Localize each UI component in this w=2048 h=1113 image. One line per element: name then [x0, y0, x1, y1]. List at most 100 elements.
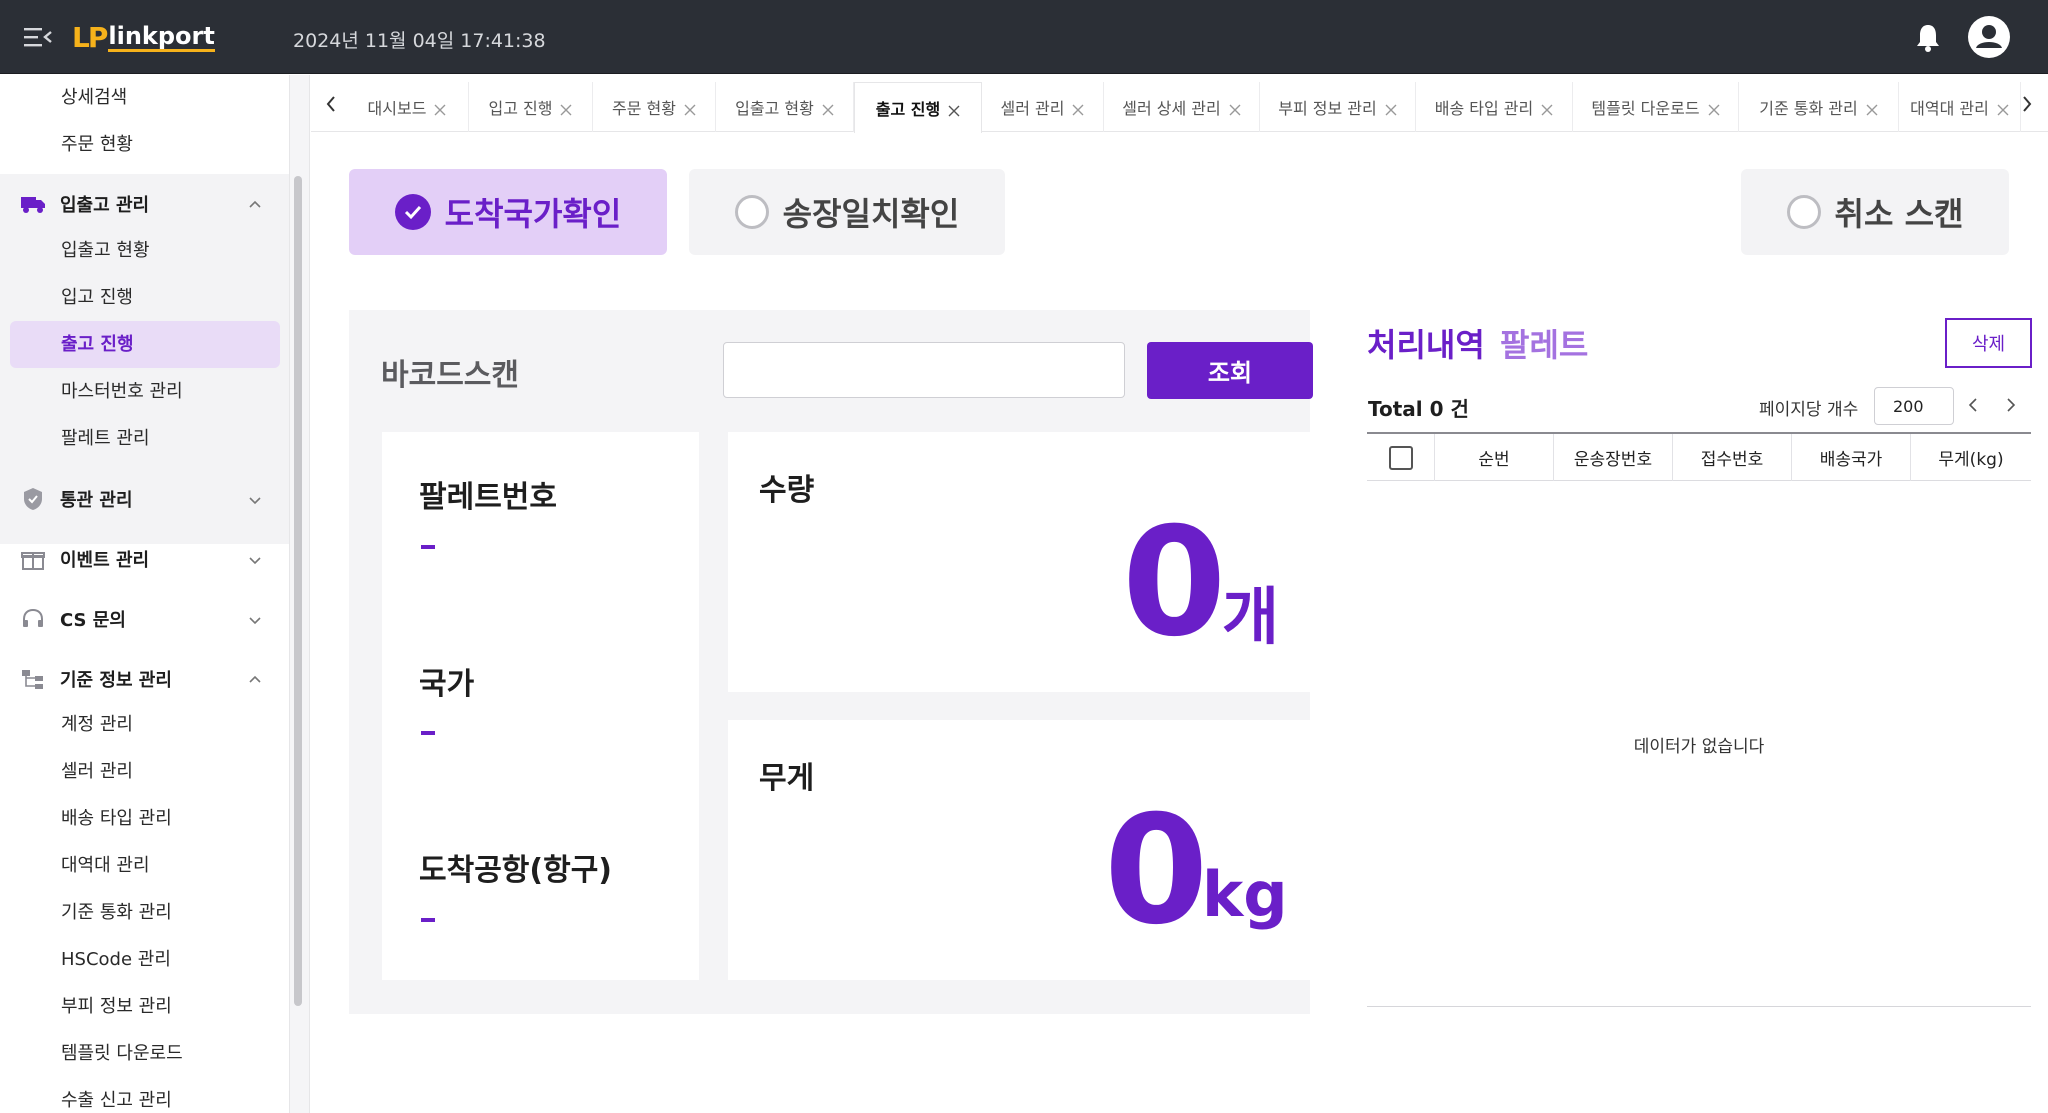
top-bar: LP linkport 2024년 11월 04일 17:41:38 [0, 0, 2048, 74]
sidebar-item-currency[interactable]: 기준 통화 관리 [61, 901, 172, 925]
tab-label: 기준 통화 관리 [1759, 99, 1858, 118]
delete-button[interactable]: 삭제 [1945, 318, 2032, 368]
tab-inbound[interactable]: 입고 진행 [469, 82, 593, 132]
country-value [421, 731, 435, 735]
close-icon[interactable] [1072, 101, 1084, 116]
pallet-tab[interactable]: 팔레트 [1500, 320, 1588, 366]
sidebar-item-template[interactable]: 템플릿 다운로드 [61, 1042, 183, 1066]
tab-seller-detail[interactable]: 셀러 상세 관리 [1104, 82, 1260, 132]
hierarchy-icon [20, 668, 46, 690]
page-size-label: 페이지당 개수 [1759, 400, 1859, 420]
tab-label: 입출고 현황 [735, 99, 814, 118]
sidebar-group-inout[interactable]: 입출고 관리 [20, 189, 270, 219]
sidebar-item-master-number[interactable]: 마스터번호 관리 [61, 380, 183, 404]
bell-icon[interactable] [1914, 22, 1942, 52]
sidebar-item-volume[interactable]: 부피 정보 관리 [61, 995, 172, 1019]
page-size-input[interactable] [1874, 387, 1954, 425]
logo-text: linkport [108, 21, 215, 52]
sidebar-item-account[interactable]: 계정 관리 [61, 713, 133, 737]
barcode-scan-title: 바코드스캔 [381, 358, 519, 393]
tab-label: 배송 타입 관리 [1434, 99, 1534, 118]
chevron-right-icon[interactable] [2005, 396, 2017, 414]
user-avatar-icon[interactable] [1968, 16, 2010, 58]
tab-currency[interactable]: 기준 통화 관리 [1739, 82, 1899, 132]
tab-label: 대시보드 [367, 99, 427, 118]
chevron-up-icon [248, 672, 262, 686]
tab-inout-status[interactable]: 입출고 현황 [716, 82, 854, 132]
logo[interactable]: LP linkport [72, 18, 215, 56]
lookup-button[interactable]: 조회 [1147, 342, 1313, 399]
sidebar-group-event[interactable]: 이벤트 관리 [20, 544, 270, 574]
chevron-up-icon [248, 197, 262, 211]
sidebar-item-export[interactable]: 수출 신고 관리 [61, 1089, 172, 1113]
close-icon[interactable] [1866, 101, 1878, 116]
close-icon[interactable] [1997, 101, 2009, 116]
column-header[interactable]: 접수번호 [1673, 434, 1792, 481]
mode-arrival-check-button[interactable]: 도착국가확인 [349, 169, 667, 255]
tab-volume[interactable]: 부피 정보 관리 [1260, 82, 1416, 132]
close-icon[interactable] [1708, 101, 1720, 116]
sidebar-scrollbar[interactable] [294, 176, 302, 1006]
sidebar-item-detail-search[interactable]: 상세검색 [61, 86, 127, 110]
sidebar-group-label: 입출고 관리 [60, 195, 150, 216]
weight-card [728, 720, 1312, 980]
chevron-left-icon[interactable] [1967, 396, 1979, 414]
close-icon[interactable] [948, 102, 960, 117]
country-label: 국가 [419, 667, 475, 702]
close-icon[interactable] [560, 101, 572, 116]
tab-seller[interactable]: 셀러 관리 [982, 82, 1104, 132]
column-header[interactable]: 무게(kg) [1911, 434, 2031, 481]
tab-label: 출고 진행 [875, 100, 941, 119]
sidebar-item-band[interactable]: 대역대 관리 [61, 854, 150, 878]
tab-band[interactable]: 대역대 관리 [1899, 82, 2021, 132]
close-icon[interactable] [1385, 101, 1397, 116]
select-all-checkbox[interactable] [1388, 445, 1413, 470]
sidebar-group-customs[interactable]: 통관 관리 [20, 484, 270, 514]
close-icon[interactable] [822, 101, 834, 116]
sidebar-item-hscode[interactable]: HSCode 관리 [61, 948, 171, 972]
sidebar-item-inout-status[interactable]: 입출고 현황 [61, 239, 150, 263]
sidebar-item-inbound[interactable]: 입고 진행 [61, 286, 133, 310]
close-icon[interactable] [1541, 101, 1553, 116]
tab-template[interactable]: 템플릿 다운로드 [1573, 82, 1739, 132]
close-icon[interactable] [434, 101, 446, 116]
close-icon[interactable] [684, 101, 696, 116]
tab-order-status[interactable]: 주문 현황 [593, 82, 716, 132]
tab-shipping-type[interactable]: 배송 타입 관리 [1416, 82, 1573, 132]
chevron-left-icon[interactable] [324, 94, 338, 114]
tab-strip: 대시보드 입고 진행 주문 현황 입출고 현황 출고 진행 셀러 관리 셀러 상… [311, 82, 2048, 133]
chevron-right-icon[interactable] [2020, 94, 2034, 114]
sidebar-item-shipping-type[interactable]: 배송 타입 관리 [61, 807, 172, 831]
chevron-down-icon [248, 492, 262, 506]
tab-dashboard[interactable]: 대시보드 [346, 82, 469, 132]
pallet-number-value [421, 545, 435, 549]
sidebar-item-order-status[interactable]: 주문 현황 [61, 133, 133, 157]
close-icon[interactable] [1229, 101, 1241, 116]
empty-state-text: 데이터가 없습니다 [1633, 737, 1765, 757]
menu-collapse-icon[interactable] [24, 25, 52, 49]
sidebar-group-label: 기준 정보 관리 [60, 670, 172, 691]
tab-outbound[interactable]: 출고 진행 [854, 82, 982, 133]
logo-mark: LP [72, 20, 108, 54]
mode-label: 도착국가확인 [444, 195, 622, 233]
sidebar-item-pallet[interactable]: 팔레트 관리 [61, 427, 150, 451]
mode-cancel-scan-button[interactable]: 취소 스캔 [1741, 169, 2009, 255]
barcode-input[interactable] [723, 342, 1125, 398]
sidebar-item-seller[interactable]: 셀러 관리 [61, 760, 133, 784]
column-header[interactable]: 순번 [1435, 434, 1554, 481]
total-count: Total 0 건 [1368, 397, 1469, 421]
sidebar-active-highlight [10, 321, 280, 368]
datetime-display: 2024년 11월 04일 17:41:38 [293, 30, 546, 52]
column-header[interactable]: 배송국가 [1792, 434, 1911, 481]
sidebar-group-master-data[interactable]: 기준 정보 관리 [20, 664, 270, 694]
table-bottom-border [1367, 1006, 2031, 1007]
sidebar-group-cs[interactable]: CS 문의 [20, 604, 270, 634]
mode-invoice-match-button[interactable]: 송장일치확인 [689, 169, 1005, 255]
sidebar: 상세검색 주문 현황 입출고 관리 입출고 현황 입고 진행 출고 진행 마스터… [0, 75, 290, 1113]
tab-label: 부피 정보 관리 [1278, 99, 1377, 118]
mode-label: 취소 스캔 [1834, 195, 1964, 233]
sidebar-item-outbound[interactable]: 출고 진행 [61, 333, 134, 357]
column-header[interactable]: 운송장번호 [1554, 434, 1673, 481]
history-tab[interactable]: 처리내역 [1367, 320, 1485, 366]
sidebar-group-label: CS 문의 [60, 610, 126, 631]
